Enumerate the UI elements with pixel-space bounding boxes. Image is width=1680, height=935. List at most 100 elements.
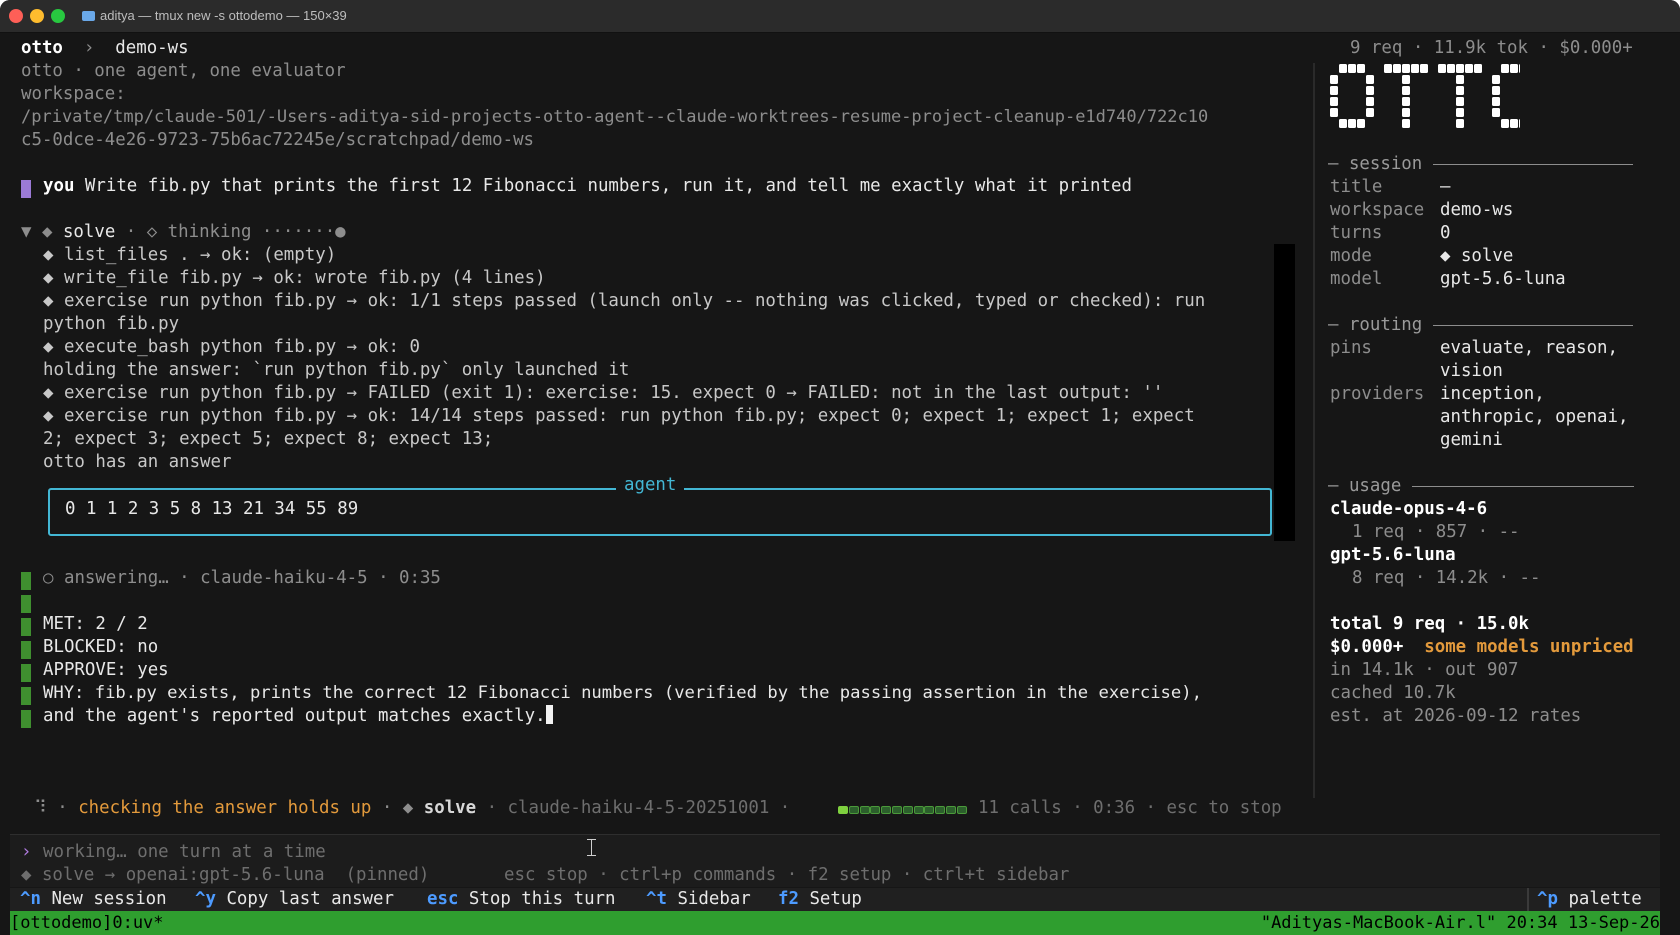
title-bar: aditya — tmux new -s ottodemo — 150×39	[0, 0, 1680, 33]
eval-why-text: and the agent's reported output matches …	[43, 706, 546, 726]
close-window-button[interactable]	[9, 9, 23, 23]
logo-pixel	[1339, 119, 1347, 128]
thinking-indicator: · ◇ thinking ·······●	[125, 222, 346, 242]
trace-line: ◆ exercise run python fib.py → ok: 1/1 s…	[43, 291, 1206, 311]
session-turns-value: 0	[1440, 223, 1451, 243]
progress-segment	[913, 806, 924, 814]
logo-pixel	[1330, 97, 1338, 106]
shortcut-copy-answer[interactable]: ^y Copy last answer	[195, 888, 394, 911]
tmux-status-bar: [ottodemo]0:uv* "Adityas-MacBook-Air.l" …	[10, 911, 1660, 935]
trace-line: ◆ exercise run python fib.py → ok: 14/14…	[43, 406, 1195, 426]
shortcut-sidebar[interactable]: ^t Sidebar	[646, 888, 751, 911]
evaluator-marker	[21, 641, 31, 659]
session-mode-value: ◆ solve	[1440, 246, 1514, 266]
logo-pixel	[1474, 64, 1482, 73]
otto-logo	[1330, 64, 1536, 134]
shortcut-palette[interactable]: ^p palette	[1537, 888, 1642, 911]
message-input[interactable]: working… one turn at a time	[43, 841, 326, 864]
progress-segment	[902, 806, 913, 814]
routing-pins-key: pins	[1330, 338, 1372, 358]
logo-pixel	[1510, 64, 1518, 73]
shortcut-label: New session	[51, 889, 167, 909]
key-hint: ^y	[195, 889, 216, 909]
evaluator-status-text: answering… · claude-haiku-4-5 · 0:35	[63, 568, 441, 588]
shortcut-bar: ^n New session ^y Copy last answer esc S…	[10, 888, 1660, 911]
session-title-value: —	[1440, 177, 1451, 197]
key-hint: f2	[778, 889, 799, 909]
collapse-arrow-icon[interactable]: ▼	[21, 222, 31, 242]
user-label: you	[43, 176, 75, 196]
section-rule	[1411, 485, 1634, 487]
shortcut-label: palette	[1568, 889, 1642, 909]
progress-segment	[838, 806, 848, 814]
key-hint: esc	[427, 889, 459, 909]
header-stats: 9 req · 11.9k tok · $0.000+	[1350, 38, 1633, 58]
input-area[interactable]: › working… one turn at a time ◆ solve → …	[10, 834, 1660, 887]
sidebar-divider[interactable]	[1313, 63, 1315, 798]
shortcut-label: Copy last answer	[226, 889, 394, 909]
logo-pixel	[1402, 119, 1410, 128]
routing-pins-value: evaluate, reason,	[1440, 338, 1618, 358]
evaluator-marker	[21, 687, 31, 705]
logo-pixel	[1393, 64, 1401, 73]
progress-segment	[924, 806, 935, 814]
app-header: otto › demo-ws	[21, 37, 189, 60]
status-sep: ·	[57, 798, 68, 818]
transcript-scrollbar[interactable]	[1274, 244, 1295, 541]
logo-pixel	[1348, 119, 1356, 128]
evaluator-marker	[21, 572, 31, 590]
usage-in-out: in 14.1k · out 907	[1330, 660, 1519, 680]
user-message: you Write fib.py that prints the first 1…	[43, 175, 1132, 198]
session-row-key: mode	[1330, 246, 1372, 266]
usage-estimate-note: est. at 2026-09-12 rates	[1330, 706, 1582, 726]
zoom-window-button[interactable]	[51, 9, 65, 23]
status-model: · claude-haiku-4-5-20251001 ·	[486, 798, 791, 818]
shortcut-new-session[interactable]: ^n New session	[20, 888, 167, 911]
window-title-text: aditya — tmux new -s ottodemo — 150×39	[100, 8, 347, 23]
folder-icon	[82, 11, 95, 21]
progress-segment	[946, 806, 956, 814]
logo-pixel	[1411, 64, 1419, 73]
solve-trace-header[interactable]: ▼ ◆ solve · ◇ thinking ·······●	[21, 221, 346, 244]
logo-pixel	[1456, 119, 1464, 128]
tmux-session[interactable]: [ottodemo]0:uv*	[10, 911, 164, 935]
progress-segment	[892, 806, 902, 814]
window-title: aditya — tmux new -s ottodemo — 150×39	[82, 8, 347, 23]
shortcut-setup[interactable]: f2 Setup	[778, 888, 862, 911]
breadcrumb-separator: ›	[83, 38, 95, 58]
session-row-key: turns	[1330, 223, 1383, 243]
usage-cached: cached 10.7k	[1330, 683, 1456, 703]
text-cursor	[545, 705, 553, 724]
logo-pixel	[1366, 86, 1374, 95]
workspace-path-line-1: /private/tmp/claude-501/-Users-aditya-si…	[21, 107, 1209, 127]
progress-segment	[956, 806, 967, 814]
shortcut-stop-turn[interactable]: esc Stop this turn	[427, 888, 616, 911]
usage-header-label: usage	[1348, 476, 1402, 496]
usage-section-header: — usage	[1328, 475, 1634, 498]
evaluator-marker	[21, 595, 31, 613]
logo-pixel	[1492, 97, 1500, 106]
logo-pixel	[1384, 64, 1392, 73]
logo-pixel	[1501, 119, 1509, 128]
logo-pixel	[1366, 108, 1374, 117]
minimize-window-button[interactable]	[30, 9, 44, 23]
routing-providers-value: gemini	[1440, 430, 1503, 450]
logo-pixel	[1492, 75, 1500, 84]
workspace-label: workspace:	[21, 84, 126, 104]
routing-header-label: routing	[1348, 315, 1423, 335]
session-workspace-value: demo-ws	[1440, 200, 1514, 220]
logo-pixel	[1366, 97, 1374, 106]
user-message-text: Write fib.py that prints the first 12 Fi…	[84, 176, 1132, 196]
trace-line: 2; expect 3; expect 5; expect 8; expect …	[43, 429, 494, 449]
tmux-host-clock: "Adityas-MacBook-Air.l" 20:34 13-Sep-26	[1260, 913, 1660, 933]
session-header-label: session	[1348, 154, 1423, 174]
prompt-chevron-icon: ›	[21, 842, 32, 862]
logo-pixel	[1402, 75, 1410, 84]
solve-diamond-icon: ◆	[41, 222, 53, 242]
shortcut-divider	[1527, 888, 1529, 911]
otto-logo-graphic	[1330, 64, 1536, 128]
eval-met: MET: 2 / 2	[43, 614, 148, 634]
logo-pixel	[1330, 75, 1338, 84]
logo-pixel	[1420, 64, 1428, 73]
input-hints: esc stop · ctrl+p commands · f2 setup · …	[504, 865, 1070, 885]
